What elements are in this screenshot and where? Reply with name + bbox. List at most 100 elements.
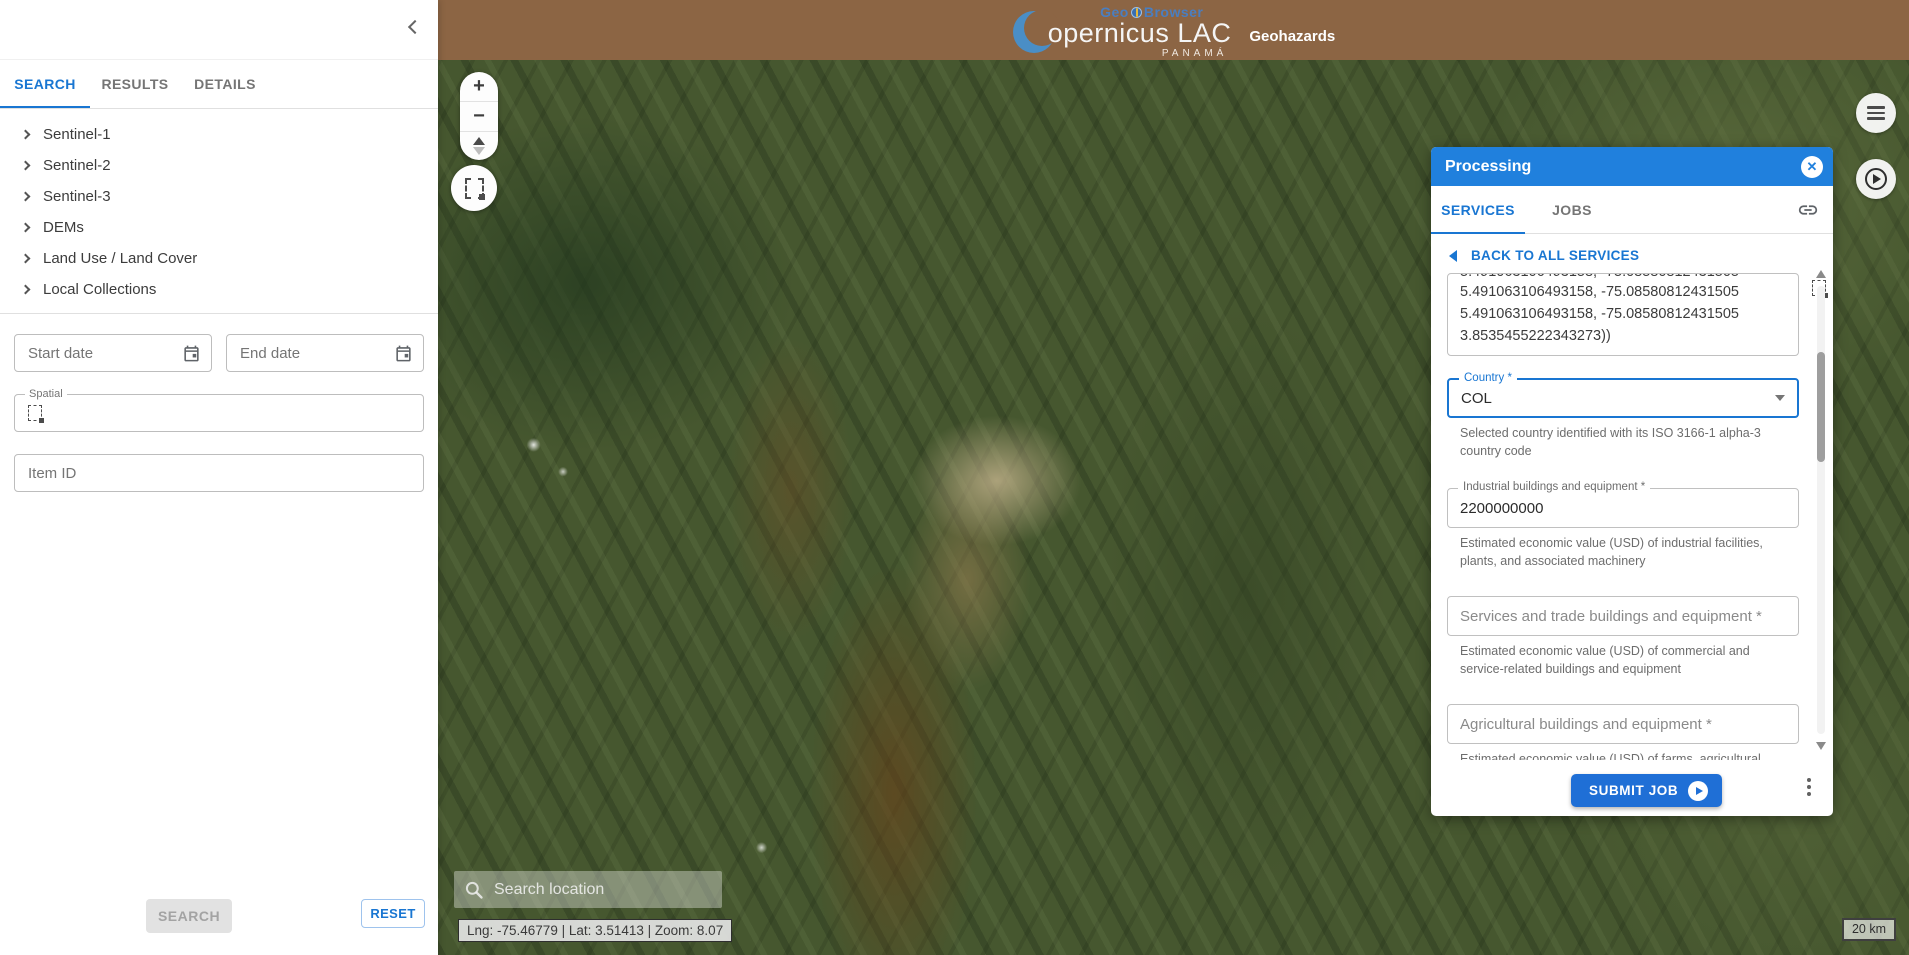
scrollbar-track[interactable] <box>1817 286 1825 734</box>
copernicus-logo-text: opernicus LAC <box>1048 20 1232 47</box>
tree-item-local-collections[interactable]: Local Collections <box>0 274 438 305</box>
chevron-right-icon <box>21 192 31 202</box>
geometry-line: 5.491063106493158, -75.08580812431505 <box>1460 303 1786 325</box>
industrial-helper-text: Estimated economic value (USD) of indust… <box>1460 534 1790 570</box>
geometry-line: 3.8535455222343273)) <box>1460 325 1786 347</box>
calendar-icon[interactable] <box>394 344 413 363</box>
calendar-icon[interactable] <box>182 344 201 363</box>
spatial-label: Spatial <box>25 388 67 400</box>
app-subtitle: Geohazards <box>1249 28 1335 45</box>
tree-item-label: Land Use / Land Cover <box>43 250 197 267</box>
processing-panel-header[interactable]: Processing ✕ <box>1431 147 1833 186</box>
tab-details[interactable]: DETAILS <box>180 60 270 108</box>
back-link-label: BACK TO ALL SERVICES <box>1471 248 1639 263</box>
tilt-down-icon <box>473 147 485 155</box>
zoom-in-button[interactable]: + <box>460 72 498 101</box>
search-button[interactable]: SEARCH <box>146 899 232 933</box>
map-zoom-controls: + − <box>460 72 498 160</box>
tree-item-label: Sentinel-3 <box>43 188 111 205</box>
reset-button[interactable]: RESET <box>361 899 425 928</box>
search-sidebar: SEARCH RESULTS DETAILS Sentinel-1 Sentin… <box>0 0 438 955</box>
collapse-sidebar-button[interactable] <box>408 20 422 34</box>
tree-item-land-use[interactable]: Land Use / Land Cover <box>0 243 438 274</box>
tree-item-dems[interactable]: DEMs <box>0 212 438 243</box>
hamburger-menu-icon <box>1867 106 1885 120</box>
draw-rectangle-icon <box>465 178 484 199</box>
link-icon <box>1797 199 1819 221</box>
country-select[interactable]: Country * COL <box>1447 378 1799 418</box>
country-value: COL <box>1461 390 1775 407</box>
end-date-input[interactable] <box>240 345 350 362</box>
draw-bbox-button[interactable] <box>451 165 497 211</box>
map-scale-bar: 20 km <box>1842 918 1896 941</box>
scrollbar-thumb[interactable] <box>1817 352 1825 462</box>
processing-panel: Processing ✕ SERVICES JOBS BACK TO ALL S… <box>1431 147 1833 816</box>
processing-title: Processing <box>1445 158 1531 176</box>
tilt-toggle-button[interactable] <box>460 132 498 160</box>
chevron-right-icon <box>21 130 31 140</box>
agricultural-input[interactable] <box>1447 704 1799 744</box>
services-trade-input[interactable] <box>1447 596 1799 636</box>
processing-footer: SUBMIT JOB <box>1431 760 1833 816</box>
copy-link-button[interactable] <box>1797 199 1819 226</box>
spatial-filter-box[interactable]: Spatial <box>14 394 424 432</box>
start-date-field[interactable] <box>14 334 212 372</box>
chevron-right-icon <box>21 161 31 171</box>
geobrowser-logo-text: GeoBrowser <box>1100 5 1203 19</box>
industrial-value-field[interactable]: Industrial buildings and equipment * 220… <box>1447 488 1799 528</box>
draw-rectangle-icon[interactable] <box>28 405 42 421</box>
tab-jobs[interactable]: JOBS <box>1525 186 1619 233</box>
tab-services[interactable]: SERVICES <box>1431 186 1525 233</box>
tree-item-label: Sentinel-2 <box>43 157 111 174</box>
geometry-line: 5.491063106493158, -75.08580812431505 <box>1460 281 1786 303</box>
chevron-right-icon <box>21 285 31 295</box>
kebab-menu-icon[interactable] <box>1807 778 1811 796</box>
submit-job-button[interactable]: SUBMIT JOB <box>1571 774 1722 807</box>
search-icon <box>464 880 484 900</box>
back-to-services-link[interactable]: BACK TO ALL SERVICES <box>1431 234 1833 273</box>
tree-item-sentinel-3[interactable]: Sentinel-3 <box>0 181 438 212</box>
sidebar-tabs: SEARCH RESULTS DETAILS <box>0 60 438 109</box>
tree-item-label: Local Collections <box>43 281 156 298</box>
collections-tree: Sentinel-1 Sentinel-2 Sentinel-3 DEMs La… <box>0 109 438 314</box>
country-label: Country * <box>1459 372 1517 384</box>
industrial-value: 2200000000 <box>1460 500 1786 517</box>
search-location-input[interactable] <box>494 881 694 899</box>
end-date-field[interactable] <box>226 334 424 372</box>
geometry-textarea[interactable]: 5.491063106493158, -75.08580812431505 5.… <box>1447 273 1799 356</box>
dropdown-arrow-icon[interactable] <box>1775 395 1785 401</box>
scroll-up-icon[interactable] <box>1816 270 1826 278</box>
tree-item-sentinel-1[interactable]: Sentinel-1 <box>0 119 438 150</box>
item-id-input[interactable] <box>28 465 410 482</box>
tab-results[interactable]: RESULTS <box>90 60 180 108</box>
tree-item-label: DEMs <box>43 219 84 236</box>
zoom-out-button[interactable]: − <box>460 102 498 131</box>
tab-search[interactable]: SEARCH <box>0 60 90 108</box>
app-logo: GeoBrowser opernicus LAC PANAMÁ Geohazar… <box>1012 5 1335 59</box>
country-helper-text: Selected country identified with its ISO… <box>1460 424 1790 460</box>
services-trade-helper-text: Estimated economic value (USD) of commer… <box>1460 642 1790 678</box>
start-date-input[interactable] <box>28 345 138 362</box>
sidebar-footer: SEARCH RESET <box>0 899 438 955</box>
form-scrollbar <box>1815 262 1827 756</box>
agricultural-helper-text: Estimated economic value (USD) of farms,… <box>1460 750 1790 760</box>
globe-icon <box>1131 7 1142 18</box>
menu-button[interactable] <box>1856 93 1896 133</box>
close-icon[interactable]: ✕ <box>1801 156 1823 178</box>
map-search-bar[interactable] <box>454 871 722 908</box>
sidebar-header <box>0 0 438 60</box>
play-icon <box>1688 781 1708 801</box>
chevron-right-icon <box>21 254 31 264</box>
submit-job-label: SUBMIT JOB <box>1589 783 1678 798</box>
tree-item-sentinel-2[interactable]: Sentinel-2 <box>0 150 438 181</box>
chevron-right-icon <box>21 223 31 233</box>
item-id-field[interactable] <box>14 454 424 492</box>
tour-play-button[interactable] <box>1856 159 1896 199</box>
back-arrow-icon <box>1449 250 1457 262</box>
scroll-down-icon[interactable] <box>1816 742 1826 750</box>
panama-label: PANAMÁ <box>1162 49 1228 59</box>
processing-form: 5.491063106493158, -75.08580812431505 5.… <box>1431 273 1833 760</box>
tilt-up-icon <box>473 137 485 145</box>
date-range-row <box>0 314 438 372</box>
processing-tabs: SERVICES JOBS <box>1431 186 1833 234</box>
